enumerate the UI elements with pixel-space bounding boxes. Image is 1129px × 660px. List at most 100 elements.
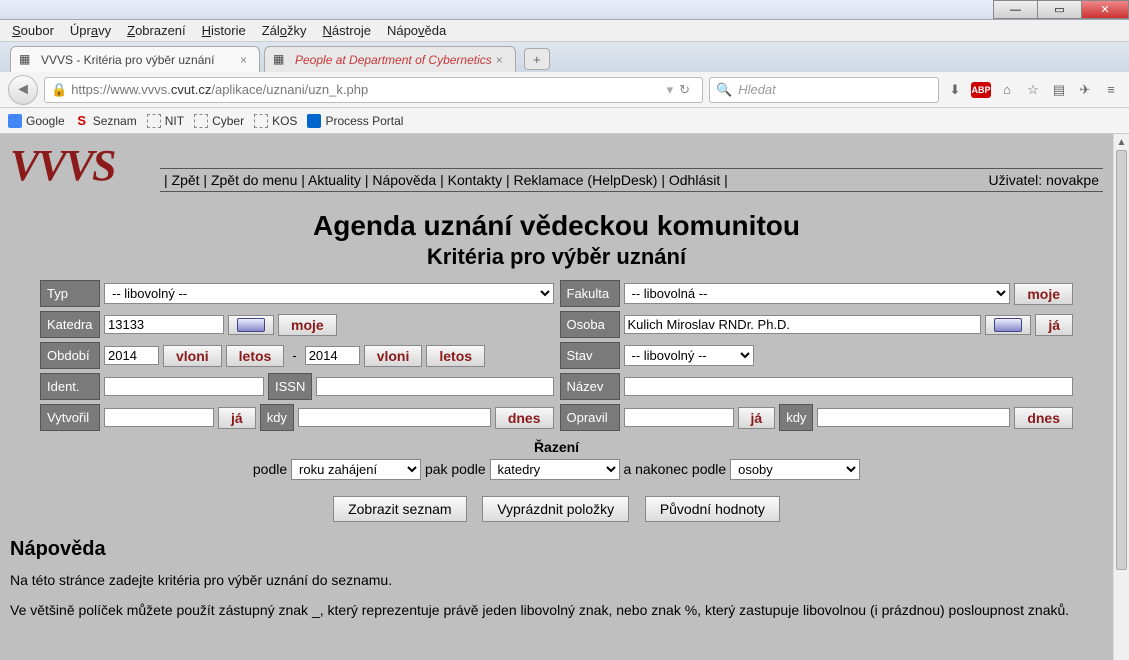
- button-letos-from[interactable]: letos: [226, 345, 285, 367]
- window-titlebar: — ▭ ✕: [0, 0, 1129, 20]
- search-box[interactable]: 🔍 Hledat: [709, 77, 939, 103]
- help-section: Nápověda Na této stránce zadejte kritéri…: [10, 538, 1103, 620]
- lock-icon: 🔒: [51, 82, 67, 98]
- header-nav: | Zpět | Zpět do menu | Aktuality | Nápo…: [160, 168, 1103, 192]
- label-stav: Stav: [560, 342, 620, 369]
- url-domain: cvut.cz: [171, 82, 211, 97]
- reload-button[interactable]: ↻: [673, 82, 696, 98]
- input-obdobi-from[interactable]: [104, 346, 159, 365]
- page-title: Agenda uznání vědeckou komunitou: [10, 210, 1103, 242]
- vertical-scrollbar[interactable]: ▲: [1113, 134, 1129, 660]
- label-typ: Typ: [40, 280, 100, 307]
- sort-label-2: pak podle: [425, 461, 486, 477]
- select-typ[interactable]: -- libovolný --: [104, 283, 554, 304]
- sort-title: Řazení: [40, 439, 1073, 455]
- input-opravil[interactable]: [624, 408, 734, 427]
- bookmark-kos[interactable]: KOS: [254, 114, 297, 128]
- lookup-katedra-button[interactable]: [228, 315, 274, 335]
- bookmark-nit[interactable]: NIT: [147, 114, 184, 128]
- nav-odhlasit[interactable]: Odhlásit: [669, 172, 720, 188]
- label-kdy1: kdy: [260, 404, 294, 431]
- button-puvodni[interactable]: Původní hodnoty: [645, 496, 780, 522]
- nav-reklamace[interactable]: Reklamace (HelpDesk): [514, 172, 658, 188]
- button-dnes-1[interactable]: dnes: [495, 407, 554, 429]
- select-sort3[interactable]: osoby: [730, 459, 860, 480]
- bookmark-cyber[interactable]: Cyber: [194, 114, 244, 128]
- bookmark-google[interactable]: Google: [8, 114, 65, 128]
- button-vloni-to[interactable]: vloni: [364, 345, 423, 367]
- new-tab-button[interactable]: +: [524, 48, 550, 70]
- window-minimize-button[interactable]: —: [993, 0, 1038, 19]
- select-sort1[interactable]: roku zahájení: [291, 459, 421, 480]
- input-nazev[interactable]: [624, 377, 1074, 396]
- input-katedra[interactable]: [104, 315, 224, 334]
- window-maximize-button[interactable]: ▭: [1037, 0, 1082, 19]
- home-icon[interactable]: ⌂: [997, 80, 1017, 100]
- button-zobrazit[interactable]: Zobrazit seznam: [333, 496, 466, 522]
- seznam-icon: S: [75, 114, 89, 128]
- input-vytvoril[interactable]: [104, 408, 214, 427]
- button-vyprazdnit[interactable]: Vyprázdnit položky: [482, 496, 629, 522]
- label-issn: ISSN: [268, 373, 312, 400]
- download-icon[interactable]: ⬇: [945, 80, 965, 100]
- search-placeholder: Hledat: [738, 82, 776, 97]
- menu-zalozky[interactable]: Záložky: [254, 21, 315, 40]
- button-moje-fakulta[interactable]: moje: [1014, 283, 1073, 305]
- input-issn[interactable]: [316, 377, 553, 396]
- input-ident[interactable]: [104, 377, 264, 396]
- bookmark-seznam[interactable]: SSeznam: [75, 114, 137, 128]
- bookmark-star-icon[interactable]: ☆: [1023, 80, 1043, 100]
- label-opravil: Opravil: [560, 404, 620, 431]
- nav-zpet[interactable]: Zpět: [172, 172, 200, 188]
- tab-close-button[interactable]: ×: [492, 53, 507, 67]
- range-separator: -: [288, 348, 300, 363]
- button-ja-vytvoril[interactable]: já: [218, 407, 256, 429]
- nav-aktuality[interactable]: Aktuality: [308, 172, 361, 188]
- menu-historie[interactable]: Historie: [194, 21, 254, 40]
- select-stav[interactable]: -- libovolný --: [624, 345, 754, 366]
- menu-icon[interactable]: ≡: [1101, 80, 1121, 100]
- input-osoba[interactable]: [624, 315, 982, 334]
- menu-napoveda[interactable]: Nápověda: [379, 21, 454, 40]
- tab-vvvs[interactable]: ▦ VVVS - Kritéria pro výběr uznání ×: [10, 46, 260, 72]
- select-sort2[interactable]: katedry: [490, 459, 620, 480]
- scroll-thumb[interactable]: [1116, 150, 1127, 570]
- url-prefix: https://www.vvvs.: [71, 82, 171, 97]
- navigation-toolbar: ◄ 🔒 https://www.vvvs.cvut.cz/aplikace/uz…: [0, 72, 1129, 108]
- menu-nastroje[interactable]: Nástroje: [315, 21, 379, 40]
- menu-zobrazeni[interactable]: Zobrazení: [119, 21, 194, 40]
- select-fakulta[interactable]: -- libovolná --: [624, 283, 1011, 304]
- back-button[interactable]: ◄: [8, 75, 38, 105]
- button-moje-katedra[interactable]: moje: [278, 314, 337, 336]
- menu-soubor[interactable]: Soubor: [4, 21, 62, 40]
- menu-upravy[interactable]: Úpravy: [62, 21, 119, 40]
- nav-kontakty[interactable]: Kontakty: [448, 172, 502, 188]
- tab-close-button[interactable]: ×: [236, 53, 251, 67]
- button-letos-to[interactable]: letos: [426, 345, 485, 367]
- scroll-up-arrow[interactable]: ▲: [1114, 134, 1129, 150]
- lookup-osoba-button[interactable]: [985, 315, 1031, 335]
- button-ja-osoba[interactable]: já: [1035, 314, 1073, 336]
- favicon-icon: ▦: [273, 52, 289, 68]
- button-ja-opravil[interactable]: já: [738, 407, 776, 429]
- nav-napoveda[interactable]: Nápověda: [372, 172, 436, 188]
- window-close-button[interactable]: ✕: [1081, 0, 1129, 19]
- input-kdy2[interactable]: [817, 408, 1010, 427]
- nav-zpet-menu[interactable]: Zpět do menu: [211, 172, 297, 188]
- bookmark-process-portal[interactable]: Process Portal: [307, 114, 403, 128]
- input-kdy1[interactable]: [298, 408, 491, 427]
- tab-cybernetics[interactable]: ▦ People at Department of Cybernetics ×: [264, 46, 516, 72]
- help-title: Nápověda: [10, 538, 1103, 561]
- send-icon[interactable]: ✈: [1075, 80, 1095, 100]
- list-icon[interactable]: ▤: [1049, 80, 1069, 100]
- button-dnes-2[interactable]: dnes: [1014, 407, 1073, 429]
- sort-controls: Řazení podle roku zahájení pak podle kat…: [40, 439, 1073, 480]
- url-bar[interactable]: 🔒 https://www.vvvs.cvut.cz/aplikace/uzna…: [44, 77, 703, 103]
- label-osoba: Osoba: [560, 311, 620, 338]
- tab-title: People at Department of Cybernetics: [295, 53, 492, 67]
- button-vloni-from[interactable]: vloni: [163, 345, 222, 367]
- label-nazev: Název: [560, 373, 620, 400]
- input-obdobi-to[interactable]: [305, 346, 360, 365]
- abp-icon[interactable]: ABP: [971, 82, 991, 98]
- label-katedra: Katedra: [40, 311, 100, 338]
